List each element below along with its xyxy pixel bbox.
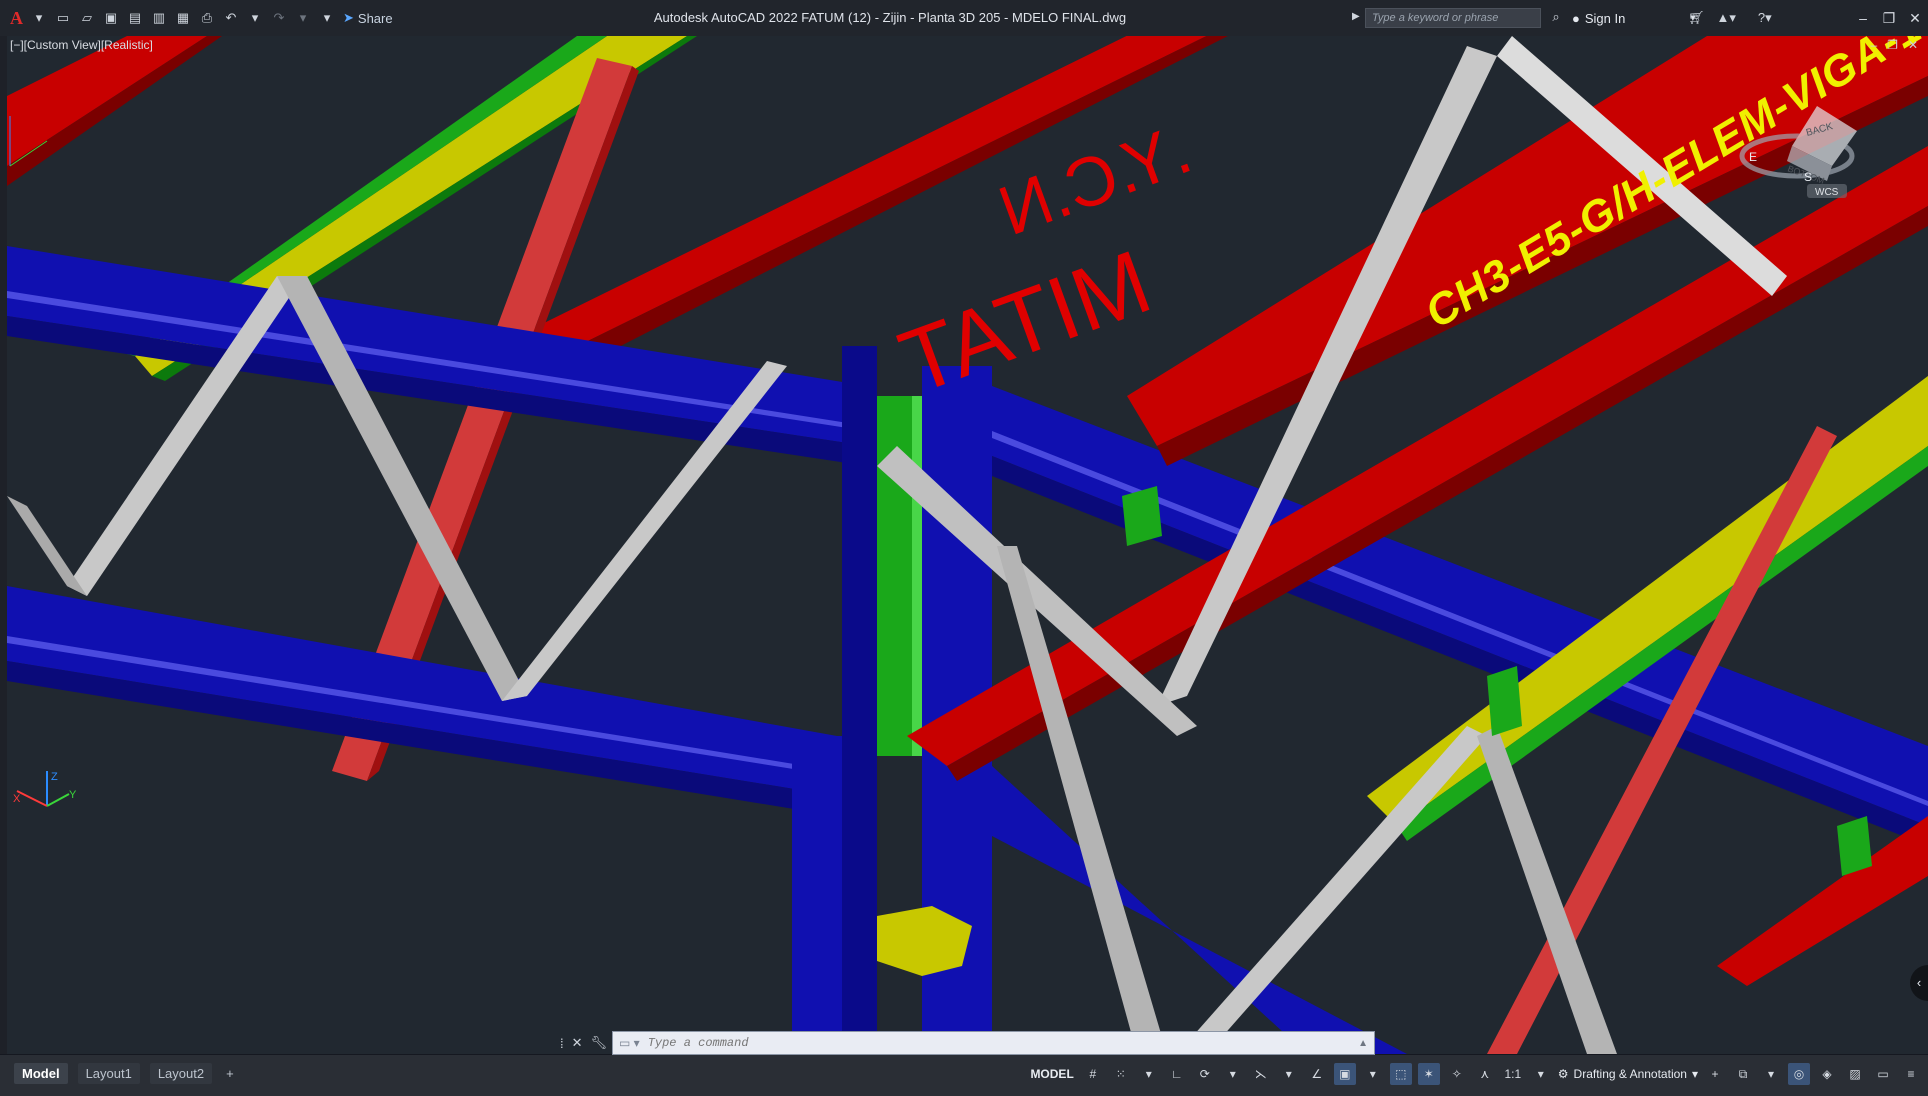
units-icon[interactable]: ⧉: [1732, 1063, 1754, 1085]
annotation-visibility-icon[interactable]: ✶: [1417, 1063, 1440, 1085]
quick-access-toolbar: A ▾ ▭ ▱ ▣ ▤ ▥ ▦ ⎙ ↶ ▾ ↷ ▾ ▾ ➤ Share: [0, 0, 393, 36]
snap-icon[interactable]: ⁙: [1110, 1063, 1132, 1085]
app-menu-chevron-icon[interactable]: ▾: [31, 10, 47, 26]
redo-icon[interactable]: ↷: [271, 10, 287, 26]
object-snap-icon[interactable]: ▣: [1333, 1063, 1356, 1085]
snap-dropdown-icon[interactable]: ▾: [1138, 1063, 1160, 1085]
restore-icon[interactable]: ❐: [1876, 10, 1902, 27]
clean-screen-icon[interactable]: ▨: [1844, 1063, 1866, 1085]
annotation-monitor-icon[interactable]: +: [1704, 1063, 1726, 1085]
save-icon[interactable]: ▣: [103, 10, 119, 26]
share-button[interactable]: ➤ Share: [343, 10, 393, 26]
open-web-icon[interactable]: ▥: [151, 10, 167, 26]
status-bar: Model Layout1 Layout2 + MODEL # ⁙ ▾ ∟ ⟳ …: [0, 1054, 1928, 1096]
title-bar: A ▾ ▭ ▱ ▣ ▤ ▥ ▦ ⎙ ↶ ▾ ↷ ▾ ▾ ➤ Share Auto…: [0, 0, 1928, 36]
grip-icon[interactable]: ⁞: [560, 1036, 564, 1051]
user-icon: ●: [1572, 10, 1580, 26]
graphics-performance-icon[interactable]: ◈: [1816, 1063, 1838, 1085]
drawing-viewport[interactable]: BACK BOTTOM E S WCS MITAT .Y.C.N Z X Y C…: [7, 36, 1928, 1054]
polar-icon[interactable]: ⟳: [1194, 1063, 1216, 1085]
new-file-icon[interactable]: ▭: [55, 10, 71, 26]
command-history-icon[interactable]: ▲: [1358, 1038, 1368, 1049]
close-command-icon[interactable]: ✕: [572, 1035, 583, 1051]
sign-in-button[interactable]: ● Sign In ▾: [1572, 0, 1695, 36]
blue-column: [842, 346, 877, 1054]
drawing-restore-icon[interactable]: ❐: [1887, 38, 1898, 52]
status-toggles: MODEL # ⁙ ▾ ∟ ⟳ ▾ ⋋ ▾ ∠ ▣ ▾ ⬚ ✶ ✧ ⋏ 1:1 …: [1028, 1063, 1922, 1085]
workspace-switch[interactable]: ⚙ Drafting & Annotation ▾: [1558, 1067, 1698, 1081]
tab-model[interactable]: Model: [14, 1063, 68, 1084]
tab-layout2[interactable]: Layout2: [149, 1063, 213, 1084]
title-right-icons: 🛒︎ ▲▾ ?▾: [1688, 0, 1772, 36]
grid-icon[interactable]: #: [1082, 1063, 1104, 1085]
window-title: Autodesk AutoCAD 2022 FATUM (12) - Zijin…: [653, 10, 1127, 25]
ucs-z-label: Z: [51, 771, 58, 783]
window-controls: – ❐ ✕: [1850, 0, 1928, 36]
save-as-icon[interactable]: ▤: [127, 10, 143, 26]
drawing-close-icon[interactable]: ✕: [1908, 38, 1918, 52]
auto-scale-icon[interactable]: ✧: [1446, 1063, 1468, 1085]
ucs-icon: Z X Y: [13, 771, 77, 807]
customize-qat-icon[interactable]: ▾: [319, 10, 335, 26]
command-prompt-icon[interactable]: ▭ ▾: [613, 1036, 646, 1050]
sign-in-label: Sign In: [1584, 10, 1626, 26]
close-icon[interactable]: ✕: [1902, 10, 1928, 27]
scale-dropdown-icon[interactable]: ▾: [1530, 1063, 1552, 1085]
minimize-icon[interactable]: –: [1850, 10, 1876, 26]
ucs-x-label: X: [13, 793, 21, 805]
polar-dropdown-icon[interactable]: ▾: [1222, 1063, 1244, 1085]
command-line-handles: ⁞ ✕ 🔧︎: [560, 1031, 607, 1055]
red-beam-bottom-right: [1717, 816, 1928, 986]
customization-menu-icon[interactable]: ≡: [1900, 1063, 1922, 1085]
layout-tabs: Model Layout1 Layout2 +: [14, 1063, 238, 1084]
undo-icon[interactable]: ↶: [223, 10, 239, 26]
share-label: Share: [357, 10, 393, 26]
share-icon: ➤: [343, 10, 354, 25]
command-input[interactable]: [645, 1035, 1350, 1051]
quick-properties-icon[interactable]: ▾: [1760, 1063, 1782, 1085]
autocad-logo-icon[interactable]: A: [10, 8, 23, 29]
compass-s-label: S: [1804, 170, 1812, 184]
autodesk-connect-icon[interactable]: ▲▾: [1717, 10, 1736, 26]
save-web-icon[interactable]: ▦: [175, 10, 191, 26]
workspace-dropdown-icon: ▾: [1691, 1067, 1698, 1081]
command-line[interactable]: ▭ ▾ ▲: [612, 1031, 1375, 1055]
isodraft-icon[interactable]: ⋋: [1250, 1063, 1272, 1085]
annotation-scale-button[interactable]: 1:1: [1502, 1063, 1524, 1085]
isolate-objects-icon[interactable]: ◎: [1788, 1063, 1810, 1085]
cart-icon[interactable]: 🛒︎: [1688, 10, 1705, 26]
object-snap-tracking-icon[interactable]: ∠: [1306, 1063, 1328, 1085]
tab-layout1[interactable]: Layout1: [77, 1063, 140, 1084]
undo-dropdown-icon[interactable]: ▾: [247, 10, 263, 26]
gear-icon: ⚙: [1557, 1067, 1569, 1081]
wcs-label: WCS: [1815, 187, 1839, 198]
add-layout-icon[interactable]: +: [222, 1063, 238, 1084]
mirrored-text-mitat: MITAT: [888, 232, 1163, 414]
annotation-scale-icon[interactable]: ⋏: [1474, 1063, 1496, 1085]
customize-wrench-icon[interactable]: 🔧︎: [591, 1035, 608, 1051]
workspace-label: Drafting & Annotation: [1573, 1067, 1687, 1081]
search-input[interactable]: Type a keyword or phrase: [1365, 8, 1541, 28]
ortho-icon[interactable]: ∟: [1166, 1063, 1188, 1085]
selection-cycling-icon[interactable]: ⬚: [1389, 1063, 1412, 1085]
object-snap-dropdown-icon[interactable]: ▾: [1362, 1063, 1384, 1085]
ucs-y-label: Y: [69, 789, 77, 801]
drawing-window-controls: – ❐ ✕: [1870, 38, 1918, 52]
drawing-minimize-icon[interactable]: –: [1870, 38, 1877, 52]
search-icon[interactable]: ⌕: [1547, 9, 1565, 27]
expand-search-icon[interactable]: ▶: [1352, 11, 1360, 22]
redo-dropdown-icon[interactable]: ▾: [295, 10, 311, 26]
help-icon[interactable]: ?▾: [1758, 10, 1772, 26]
open-folder-icon[interactable]: ▱: [79, 10, 95, 26]
full-screen-icon[interactable]: ▭: [1872, 1063, 1894, 1085]
viewport-controls-label[interactable]: [−][Custom View][Realistic]: [10, 38, 153, 52]
model-space-button[interactable]: MODEL: [1028, 1063, 1075, 1085]
print-icon[interactable]: ⎙: [199, 10, 215, 26]
isodraft-dropdown-icon[interactable]: ▾: [1278, 1063, 1300, 1085]
